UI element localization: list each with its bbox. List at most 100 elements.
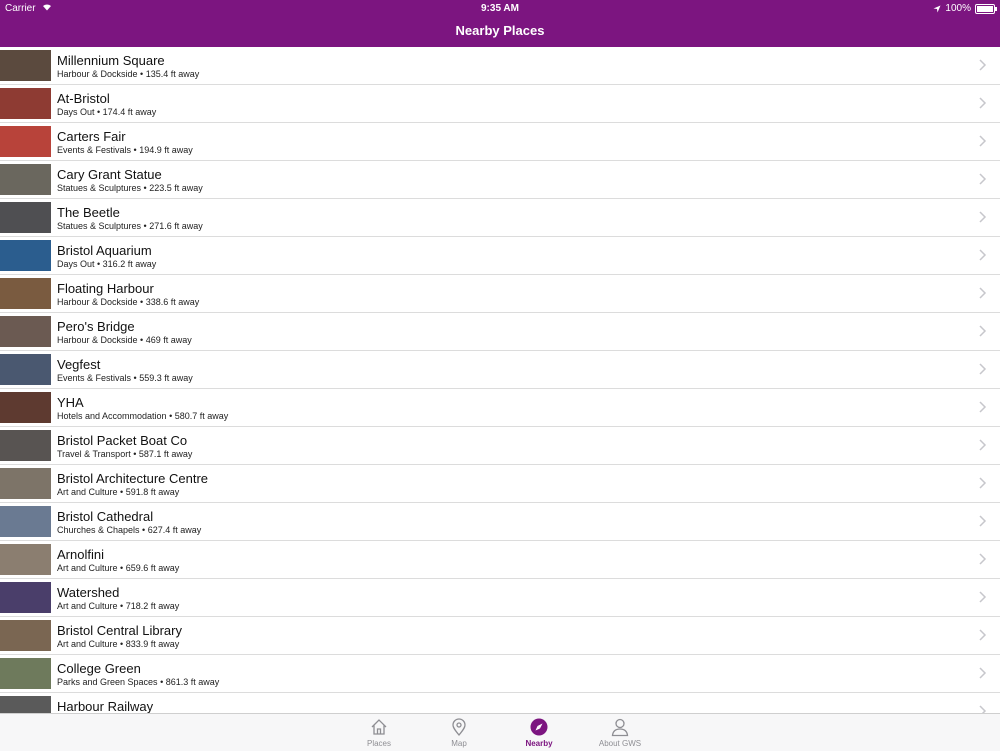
chevron-right-icon bbox=[979, 325, 987, 337]
list-item[interactable]: Vegfest Events & Festivals • 559.3 ft awa… bbox=[0, 351, 1000, 389]
place-category: Statues & Sculptures bbox=[57, 183, 142, 193]
place-category: Churches & Chapels bbox=[57, 525, 140, 535]
separator-dot: • bbox=[166, 411, 175, 421]
list-item[interactable]: Bristol Central Library Art and Culture •… bbox=[0, 617, 1000, 655]
place-details: Statues & Sculptures • 223.5 ft away bbox=[57, 183, 203, 193]
list-item[interactable]: Arnolfini Art and Culture • 659.6 ft away bbox=[0, 541, 1000, 579]
map-pin-icon bbox=[452, 718, 466, 737]
chevron-right-icon bbox=[979, 515, 987, 527]
place-details: Harbour & Dockside • 135.4 ft away bbox=[57, 69, 199, 79]
place-name: Floating Harbour bbox=[57, 281, 154, 296]
place-thumbnail bbox=[0, 50, 51, 81]
place-category: Events & Festivals bbox=[57, 145, 132, 155]
place-details: Hotels and Accommodation • 580.7 ft away bbox=[57, 411, 228, 421]
chevron-right-icon bbox=[979, 439, 987, 451]
nav-header: Carrier 9:35 AM 100% Nearby Places bbox=[0, 0, 1000, 47]
list-item[interactable]: Bristol Architecture Centre Art and Cultu… bbox=[0, 465, 1000, 503]
place-distance: 587.1 ft away bbox=[138, 449, 193, 459]
place-details: Events & Festivals • 559.3 ft away bbox=[57, 373, 193, 383]
list-item[interactable]: Floating Harbour Harbour & Dockside • 338… bbox=[0, 275, 1000, 313]
place-details: Art and Culture • 659.6 ft away bbox=[57, 563, 179, 573]
place-category: Harbour & Dockside bbox=[57, 335, 138, 345]
place-distance: 718.2 ft away bbox=[125, 601, 180, 611]
place-distance: 627.4 ft away bbox=[147, 525, 202, 535]
place-details: Events & Festivals • 194.9 ft away bbox=[57, 145, 193, 155]
separator-dot: • bbox=[94, 107, 103, 117]
place-thumbnail bbox=[0, 658, 51, 689]
chevron-right-icon bbox=[979, 173, 987, 185]
place-details: Statues & Sculptures • 271.6 ft away bbox=[57, 221, 203, 231]
list-item[interactable]: Pero's Bridge Harbour & Dockside • 469 ft… bbox=[0, 313, 1000, 351]
place-thumbnail bbox=[0, 392, 51, 423]
place-details: Churches & Chapels • 627.4 ft away bbox=[57, 525, 201, 535]
tab-map[interactable]: Map bbox=[429, 714, 489, 751]
place-distance: 833.9 ft away bbox=[125, 639, 180, 649]
place-category: Harbour & Dockside bbox=[57, 297, 138, 307]
separator-dot: • bbox=[137, 69, 146, 79]
place-name: YHA bbox=[57, 395, 84, 410]
location-arrow-icon bbox=[933, 5, 941, 12]
place-name: Millennium Square bbox=[57, 53, 165, 68]
place-category: Art and Culture bbox=[57, 601, 118, 611]
chevron-right-icon bbox=[979, 705, 987, 713]
place-thumbnail bbox=[0, 544, 51, 575]
place-category: Hotels and Accommodation bbox=[57, 411, 167, 421]
chevron-right-icon bbox=[979, 363, 987, 375]
place-name: At-Bristol bbox=[57, 91, 110, 106]
tab-label: About GWS bbox=[598, 739, 642, 748]
tab-label: Nearby bbox=[525, 739, 553, 748]
list-item[interactable]: Carters Fair Events & Festivals • 194.9 f… bbox=[0, 123, 1000, 161]
separator-dot: • bbox=[94, 259, 103, 269]
chevron-right-icon bbox=[979, 401, 987, 413]
chevron-right-icon bbox=[979, 59, 987, 71]
place-category: Art and Culture bbox=[57, 563, 118, 573]
place-thumbnail bbox=[0, 468, 51, 499]
place-category: Travel & Transport bbox=[57, 449, 131, 459]
list-item[interactable]: Bristol Packet Boat Co Travel & Transport… bbox=[0, 427, 1000, 465]
places-list[interactable]: Millennium Square Harbour & Dockside • 13… bbox=[0, 47, 1000, 713]
place-thumbnail bbox=[0, 278, 51, 309]
place-name: Pero's Bridge bbox=[57, 319, 135, 334]
compass-icon bbox=[530, 718, 548, 736]
place-details: Travel & Transport • 587.1 ft away bbox=[57, 449, 192, 459]
place-name: The Beetle bbox=[57, 205, 120, 220]
place-name: College Green bbox=[57, 661, 141, 676]
list-item[interactable]: Cary Grant Statue Statues & Sculptures • … bbox=[0, 161, 1000, 199]
page-title: Nearby Places bbox=[455, 23, 545, 38]
place-thumbnail bbox=[0, 316, 51, 347]
place-distance: 469 ft away bbox=[145, 335, 192, 345]
place-thumbnail bbox=[0, 620, 51, 651]
place-details: Art and Culture • 833.9 ft away bbox=[57, 639, 179, 649]
list-item[interactable]: The Beetle Statues & Sculptures • 271.6 f… bbox=[0, 199, 1000, 237]
list-item[interactable]: Bristol Aquarium Days Out • 316.2 ft away bbox=[0, 237, 1000, 275]
tab-nearby[interactable]: Nearby bbox=[509, 714, 569, 751]
place-details: Days Out • 316.2 ft away bbox=[57, 259, 156, 269]
place-distance: 174.4 ft away bbox=[102, 107, 157, 117]
status-time: 9:35 AM bbox=[481, 3, 519, 14]
separator-dot: • bbox=[117, 487, 126, 497]
place-thumbnail bbox=[0, 430, 51, 461]
chevron-right-icon bbox=[979, 553, 987, 565]
list-item[interactable]: At-Bristol Days Out • 174.4 ft away bbox=[0, 85, 1000, 123]
list-item[interactable]: College Green Parks and Green Spaces • 86… bbox=[0, 655, 1000, 693]
tab-about-gws[interactable]: About GWS bbox=[590, 714, 650, 751]
place-name: Bristol Aquarium bbox=[57, 243, 152, 258]
place-details: Parks and Green Spaces • 861.3 ft away bbox=[57, 677, 219, 687]
place-thumbnail bbox=[0, 240, 51, 271]
separator-dot: • bbox=[141, 183, 150, 193]
tab-label: Map bbox=[451, 739, 467, 748]
status-bar: Carrier 9:35 AM 100% bbox=[0, 0, 1000, 16]
separator-dot: • bbox=[137, 297, 146, 307]
list-item[interactable]: Bristol Cathedral Churches & Chapels • 62… bbox=[0, 503, 1000, 541]
list-item[interactable]: Harbour Railway bbox=[0, 693, 1000, 713]
place-distance: 861.3 ft away bbox=[165, 677, 220, 687]
list-item[interactable]: Millennium Square Harbour & Dockside • 13… bbox=[0, 47, 1000, 85]
place-category: Art and Culture bbox=[57, 639, 118, 649]
place-details: Harbour & Dockside • 469 ft away bbox=[57, 335, 192, 345]
place-name: Watershed bbox=[57, 585, 120, 600]
place-name: Bristol Central Library bbox=[57, 623, 182, 638]
chevron-right-icon bbox=[979, 97, 987, 109]
list-item[interactable]: Watershed Art and Culture • 718.2 ft away bbox=[0, 579, 1000, 617]
tab-places[interactable]: Places bbox=[349, 714, 409, 751]
list-item[interactable]: YHA Hotels and Accommodation • 580.7 ft a… bbox=[0, 389, 1000, 427]
